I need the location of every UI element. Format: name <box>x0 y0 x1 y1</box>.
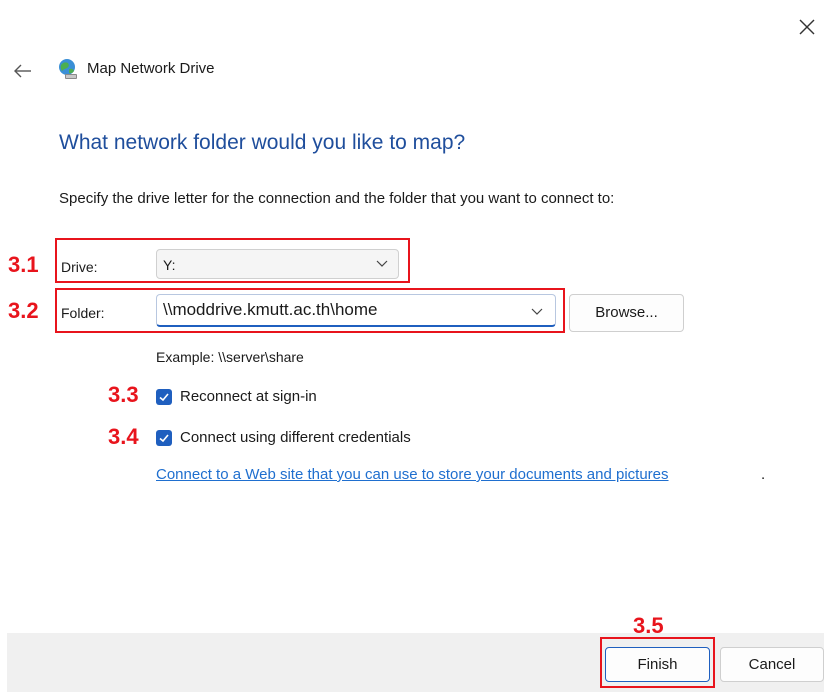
drive-select[interactable]: Y: <box>156 249 399 279</box>
back-arrow-icon <box>14 64 31 78</box>
instruction-text: Specify the drive letter for the connect… <box>59 190 615 207</box>
annotation-label-folder: 3.2 <box>8 298 39 323</box>
annotation-label-finish: 3.5 <box>633 613 664 638</box>
annotation-label-reconnect: 3.3 <box>108 382 139 407</box>
window-title: Map Network Drive <box>87 60 215 77</box>
close-button[interactable] <box>794 14 820 40</box>
network-drive-globe-icon <box>56 57 80 81</box>
finish-button[interactable]: Finish <box>605 647 710 682</box>
reconnect-checkbox[interactable] <box>156 389 172 405</box>
checkmark-icon <box>159 393 169 402</box>
cancel-button[interactable]: Cancel <box>720 647 824 682</box>
folder-input-value: \\moddrive.kmutt.ac.th\home <box>163 300 378 319</box>
credentials-label: Connect using different credentials <box>180 429 411 446</box>
back-button[interactable] <box>10 58 36 84</box>
checkmark-icon <box>159 434 169 443</box>
browse-button[interactable]: Browse... <box>569 294 684 332</box>
credentials-checkbox[interactable] <box>156 430 172 446</box>
web-site-link[interactable]: Connect to a Web site that you can use t… <box>156 466 669 483</box>
annotation-label-drive: 3.1 <box>8 252 39 277</box>
drive-select-value: Y: <box>163 257 176 273</box>
close-icon <box>799 19 815 35</box>
page-heading: What network folder would you like to ma… <box>59 131 466 154</box>
reconnect-label: Reconnect at sign-in <box>180 388 317 405</box>
example-text: Example: \\server\share <box>156 349 304 365</box>
annotation-label-credentials: 3.4 <box>108 424 139 449</box>
folder-input[interactable]: \\moddrive.kmutt.ac.th\home <box>156 294 556 327</box>
link-period: . <box>761 466 766 483</box>
drive-label: Drive: <box>61 259 98 275</box>
folder-label: Folder: <box>61 305 105 321</box>
chevron-down-icon[interactable] <box>531 308 543 316</box>
chevron-down-icon <box>376 260 388 267</box>
